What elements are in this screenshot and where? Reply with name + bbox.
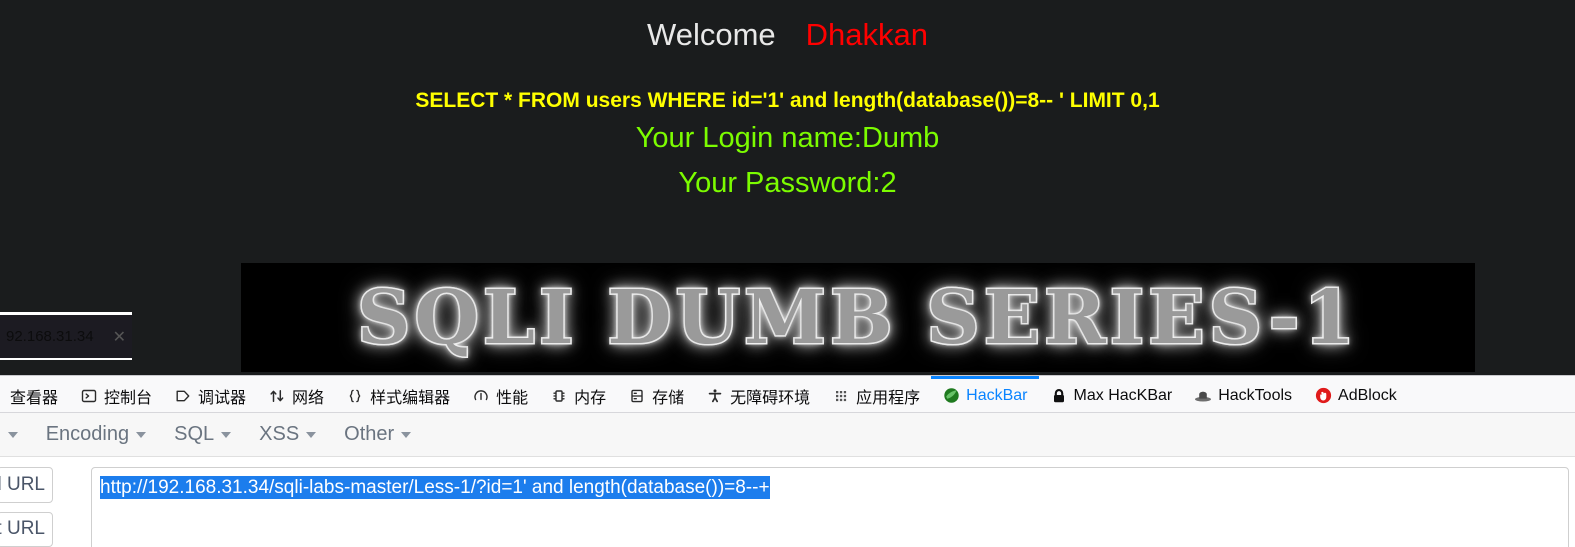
devtools-tab-label: HackBar: [966, 386, 1028, 404]
chevron-down-icon: [306, 431, 317, 438]
hackbar-menu-label: ion: [0, 423, 1, 446]
devtools-tab-label: 无障碍环境: [730, 389, 811, 407]
memory-icon: [550, 387, 568, 405]
sqli-dumb-series-banner: SQLI DUMB SERIES-1: [241, 263, 1475, 372]
inspector-icon: [0, 387, 4, 405]
banner-title: SQLI DUMB SERIES-1: [356, 273, 1359, 362]
browser-tab-title: 92.168.31.34: [6, 328, 94, 345]
devtools-tab-inspector[interactable]: 查看器: [0, 376, 69, 412]
devtools-tab-memory[interactable]: 内存: [539, 376, 617, 412]
devtools-tab-style-editor[interactable]: 样式编辑器: [335, 376, 461, 412]
devtools-tab-label: 网络: [292, 389, 325, 407]
hackbar-menu-label: Encoding: [45, 423, 130, 445]
devtools-tab-label: AdBlock: [1338, 386, 1397, 404]
devtools-tab-adblock[interactable]: AdBlock: [1303, 376, 1408, 412]
close-icon[interactable]: ✕: [113, 327, 126, 347]
hackbar-menu-execution[interactable]: ion: [0, 423, 32, 446]
split-url-button[interactable]: t URL: [0, 511, 53, 547]
welcome-label: Welcome: [647, 17, 776, 52]
application-icon: [832, 387, 850, 405]
devtools-tab-label: HackTools: [1218, 386, 1293, 404]
devtools-tab-label: 查看器: [10, 389, 59, 407]
hat-icon: [1194, 387, 1212, 405]
console-icon: [80, 387, 98, 405]
devtools-tab-label: 应用程序: [856, 389, 921, 407]
devtools-tab-network[interactable]: 网络: [257, 376, 335, 412]
devtools-tab-max-hackbar[interactable]: Max HacKBar: [1039, 376, 1184, 412]
style-editor-icon: [346, 387, 364, 405]
adblock-icon: [1314, 387, 1332, 405]
hackbar-menu-label: SQL: [174, 423, 215, 445]
browser-tab[interactable]: 92.168.31.34 ✕: [0, 312, 132, 360]
devtools-tab-application[interactable]: 应用程序: [821, 376, 931, 412]
network-icon: [268, 387, 286, 405]
lock-icon: [1050, 387, 1068, 405]
devtools-tab-label: 控制台: [104, 389, 153, 407]
devtools-tab-debugger[interactable]: 调试器: [163, 376, 257, 412]
hackbar-menu-xss[interactable]: XSS: [245, 423, 330, 446]
devtools-tab-performance[interactable]: 性能: [461, 376, 539, 412]
chevron-down-icon: [7, 431, 18, 438]
accessibility-icon: [706, 387, 724, 405]
url-input-value: http://192.168.31.34/sqli-labs-master/Le…: [100, 476, 770, 499]
password-text: Your Password:2: [678, 166, 897, 199]
devtools-tab-accessibility[interactable]: 无障碍环境: [695, 376, 821, 412]
devtools-tab-label: 调试器: [198, 389, 247, 407]
storage-icon: [628, 387, 646, 405]
devtools-tab-label: 存储: [652, 389, 685, 407]
sql-query-text: SELECT * FROM users WHERE id='1' and len…: [415, 88, 1160, 112]
hackbar-icon: [942, 387, 960, 405]
hackbar-menu-other[interactable]: Other: [330, 423, 425, 446]
web-page-content: Welcome Dhakkan SELECT * FROM users WHERE…: [0, 0, 1575, 375]
devtools-tabbar: 查看器 控制台 调试器 网络 样式编辑器 性能 内存 存储 无障碍环境 应用程序…: [0, 376, 1575, 413]
chevron-down-icon: [136, 431, 147, 438]
hackbar-menu-label: Other: [344, 423, 395, 445]
chevron-down-icon: [221, 431, 232, 438]
hackbar-menu-label: XSS: [259, 423, 300, 445]
hackbar-menu-sql[interactable]: SQL: [160, 423, 245, 446]
load-url-button[interactable]: d URL: [0, 467, 53, 503]
devtools-tab-hacktools[interactable]: HackTools: [1183, 376, 1303, 412]
chevron-down-icon: [401, 431, 412, 438]
devtools-tab-hackbar[interactable]: HackBar: [931, 376, 1039, 412]
debugger-icon: [174, 387, 192, 405]
devtools-panel: 查看器 控制台 调试器 网络 样式编辑器 性能 内存 存储 无障碍环境 应用程序…: [0, 375, 1575, 547]
devtools-tab-label: 内存: [574, 389, 607, 407]
hackbar-url-field-wrap: http://192.168.31.34/sqli-labs-master/Le…: [91, 467, 1569, 547]
hackbar-menubar: ion Encoding SQL XSS Other: [0, 413, 1575, 457]
devtools-tab-console[interactable]: 控制台: [69, 376, 163, 412]
performance-icon: [472, 387, 490, 405]
url-input[interactable]: http://192.168.31.34/sqli-labs-master/Le…: [91, 467, 1569, 547]
devtools-tab-label: 性能: [496, 389, 529, 407]
hackbar-button-column: d URL t URL: [0, 467, 53, 547]
welcome-heading: Welcome Dhakkan: [0, 16, 1575, 55]
hackbar-body: d URL t URL http://192.168.31.34/sqli-la…: [0, 457, 1575, 547]
hackbar-menu-encoding[interactable]: Encoding: [32, 423, 160, 446]
login-name-text: Your Login name:Dumb: [635, 121, 940, 154]
welcome-username: Dhakkan: [805, 17, 928, 52]
devtools-tab-storage[interactable]: 存储: [617, 376, 695, 412]
devtools-tab-label: 样式编辑器: [370, 389, 451, 407]
devtools-tab-label: Max HacKBar: [1073, 386, 1173, 404]
